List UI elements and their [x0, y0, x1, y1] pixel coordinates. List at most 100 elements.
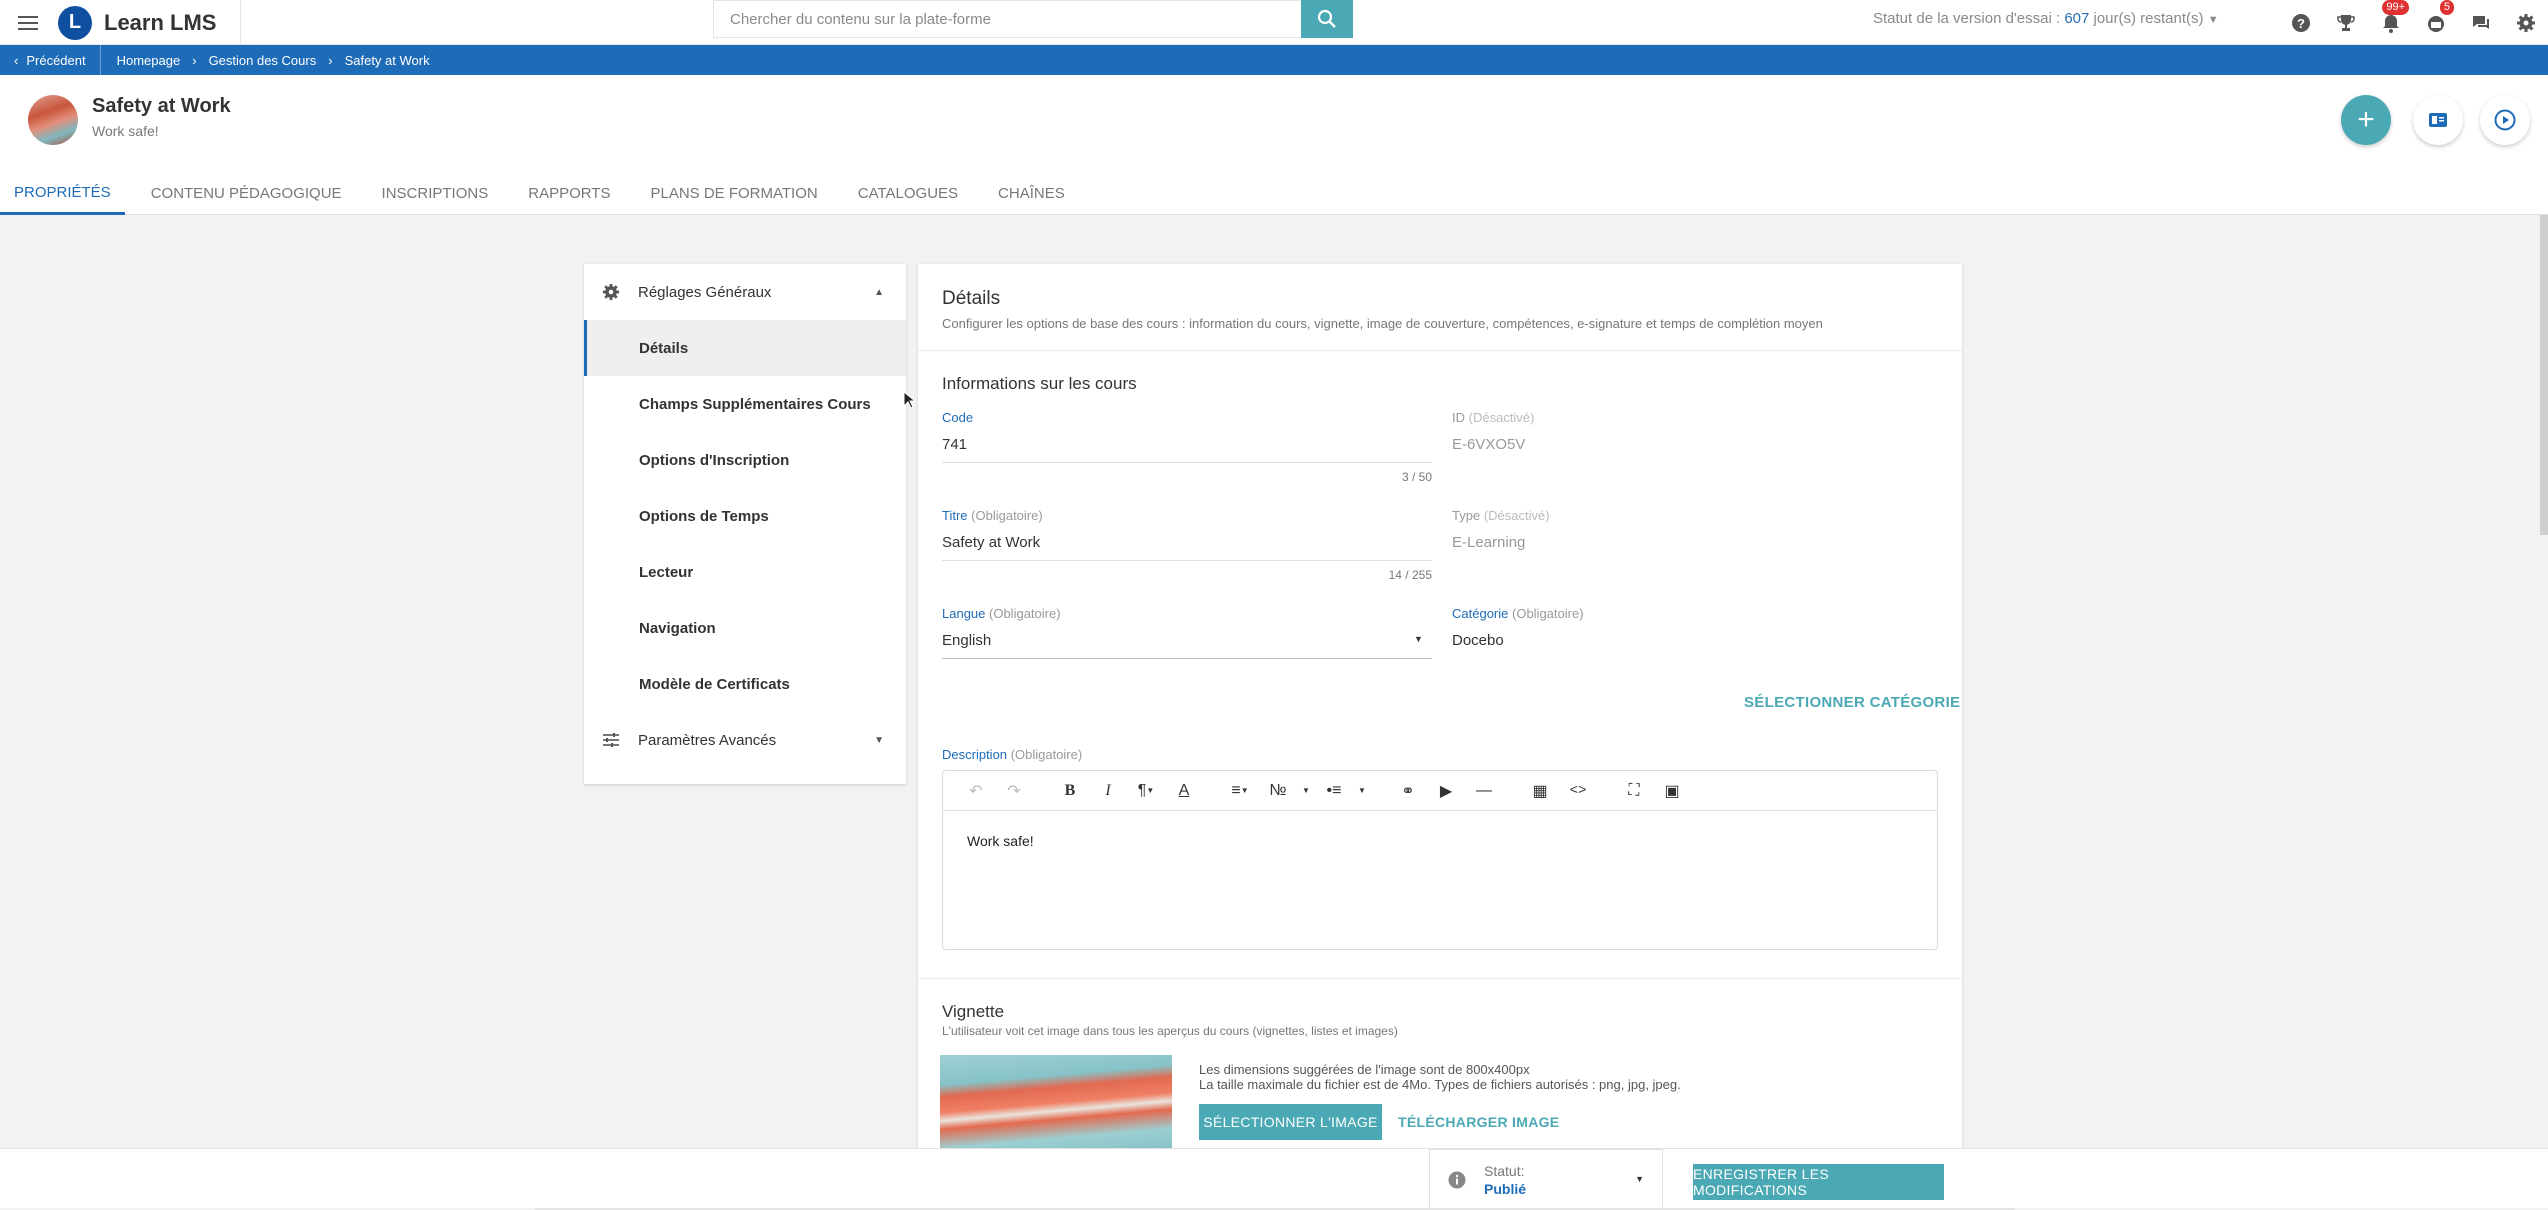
tab-content[interactable]: CONTENU PÉDAGOGIQUE [137, 172, 356, 215]
tab-channels[interactable]: CHAÎNES [984, 172, 1079, 215]
page-scrollbar[interactable] [2540, 215, 2548, 1208]
play-button[interactable] [2480, 95, 2530, 145]
unordered-list-dropdown-icon[interactable]: ▼ [1353, 771, 1371, 811]
language-select[interactable]: English [942, 632, 991, 649]
italic-icon[interactable]: I [1089, 771, 1127, 811]
horizontal-line-icon[interactable]: — [1465, 771, 1503, 811]
type-label-text: Type [1452, 508, 1481, 523]
sidebar-item-enrollment-options[interactable]: Options d'Inscription [584, 432, 906, 488]
thumbnail-image [940, 1055, 1172, 1155]
settings-menu: Réglages Généraux ▲ Détails Champs Suppl… [584, 264, 906, 784]
top-bar: L Learn LMS Statut de la version d'essai… [0, 0, 2548, 45]
advanced-settings-header[interactable]: Paramètres Avancés ▼ [584, 712, 906, 768]
chat-icon[interactable] [2458, 0, 2503, 45]
ordered-list-dropdown-icon[interactable]: ▼ [1297, 771, 1315, 811]
hamburger-menu-icon[interactable] [0, 0, 56, 45]
title-field[interactable]: Safety at Work [942, 534, 1040, 551]
course-tabs: PROPRIÉTÉS CONTENU PÉDAGOGIQUE INSCRIPTI… [0, 172, 1091, 215]
tab-enrollments[interactable]: INSCRIPTIONS [368, 172, 503, 215]
gear-icon[interactable] [2503, 0, 2548, 45]
scrollbar-thumb[interactable] [2540, 215, 2548, 535]
course-header: Safety at Work Work safe! + PROPRIÉTÉS C… [0, 75, 2548, 215]
unordered-list-icon[interactable]: •≡ [1315, 771, 1353, 811]
caret-down-icon: ▼ [1635, 1174, 1644, 1184]
back-button[interactable]: ‹ Précédent [0, 45, 101, 75]
breadcrumb-item-course-management[interactable]: Gestion des Cours [209, 53, 317, 68]
vignette-title: Vignette [942, 1002, 1005, 1021]
trophy-icon[interactable] [2323, 0, 2368, 45]
title-counter: 14 / 255 [1388, 568, 1432, 582]
undo-icon[interactable]: ↶ [957, 771, 995, 811]
course-card-button[interactable] [2413, 95, 2463, 145]
status-value: Publié [1484, 1180, 1527, 1197]
description-editor: ↶ ↷ B I ¶ ▼ A ≡ ▼ № ▼ •≡ ▼ ⚭ ▶ — ▦ <> ⛶ ▣ … [942, 770, 1938, 950]
category-value: Docebo [1452, 632, 1504, 649]
app-logo[interactable]: L Learn LMS [58, 0, 242, 45]
sidebar-item-details[interactable]: Détails [584, 320, 906, 376]
sidebar-item-navigation[interactable]: Navigation [584, 600, 906, 656]
search-icon [1317, 9, 1336, 28]
tab-properties[interactable]: PROPRIÉTÉS [0, 172, 125, 215]
text-color-icon[interactable]: A [1165, 771, 1203, 811]
tab-catalogs[interactable]: CATALOGUES [844, 172, 972, 215]
general-settings-label: Réglages Généraux [638, 283, 772, 301]
course-avatar [28, 95, 78, 145]
ordered-list-icon[interactable]: № [1259, 771, 1297, 811]
vignette-size-note: Les dimensions suggérées de l'image sont… [1199, 1062, 1530, 1077]
sidebar-item-certificate-template[interactable]: Modèle de Certificats [584, 656, 906, 712]
paragraph-format-icon[interactable]: ¶ ▼ [1127, 771, 1165, 811]
link-icon[interactable]: ⚭ [1389, 771, 1427, 811]
learning-icon[interactable]: 5 [2413, 0, 2458, 45]
trial-days: 607 [2064, 10, 2090, 27]
chevron-right-icon: › [192, 52, 197, 68]
editor-toolbar: ↶ ↷ B I ¶ ▼ A ≡ ▼ № ▼ •≡ ▼ ⚭ ▶ — ▦ <> ⛶ ▣ [943, 771, 1937, 811]
save-changes-button[interactable]: ENREGISTRER LES MODIFICATIONS [1693, 1164, 1944, 1200]
breadcrumb-item-homepage[interactable]: Homepage [117, 53, 181, 68]
tab-learning-plans[interactable]: PLANS DE FORMATION [636, 172, 831, 215]
select-category-button[interactable]: SÉLECTIONNER CATÉGORIE [1744, 694, 1960, 711]
notifications-badge: 99+ [2382, 0, 2409, 15]
video-icon[interactable]: ▶ [1427, 771, 1465, 811]
breadcrumb-items: Homepage › Gestion des Cours › Safety at… [101, 53, 430, 68]
search-button[interactable] [1301, 0, 1353, 38]
table-icon[interactable]: ▦ [1521, 771, 1559, 811]
fullscreen-icon[interactable]: ⛶ [1615, 771, 1653, 811]
general-settings-header[interactable]: Réglages Généraux ▲ [584, 264, 906, 320]
title-label: Titre (Obligatoire) [942, 508, 1043, 523]
breadcrumb-item-current: Safety at Work [344, 52, 430, 68]
sidebar-item-additional-fields[interactable]: Champs Supplémentaires Cours [584, 376, 906, 432]
bold-icon[interactable]: B [1051, 771, 1089, 811]
vignette-description: L'utilisateur voit cet image dans tous l… [942, 1024, 1398, 1038]
code-field[interactable]: 741 [942, 436, 967, 453]
status-select[interactable]: Statut: Publié ▼ [1429, 1149, 1663, 1209]
code-label: Code [942, 410, 973, 425]
help-icon[interactable]: ? [2278, 0, 2323, 45]
sidebar-item-time-options[interactable]: Options de Temps [584, 488, 906, 544]
details-panel: Détails Configurer les options de base d… [918, 264, 1962, 1208]
chevron-left-icon: ‹ [14, 52, 19, 68]
trial-status[interactable]: Statut de la version d'essai : 607 jour(… [1873, 10, 2219, 27]
logo-icon: L [58, 5, 92, 40]
sliders-icon [603, 733, 619, 747]
bell-icon[interactable]: 99+ [2368, 0, 2413, 45]
sidebar-item-player[interactable]: Lecteur [584, 544, 906, 600]
trial-suffix: jour(s) restant(s) [2089, 10, 2204, 27]
redo-icon[interactable]: ↷ [995, 771, 1033, 811]
description-required-note: (Obligatoire) [1010, 747, 1083, 762]
select-image-button[interactable]: SÉLECTIONNER L'IMAGE [1199, 1104, 1382, 1140]
tab-reports[interactable]: RAPPORTS [514, 172, 624, 215]
plus-icon: + [2357, 103, 2375, 136]
info-icon [1448, 1171, 1466, 1188]
align-icon[interactable]: ≡ ▼ [1221, 771, 1259, 811]
language-label-text: Langue [942, 606, 986, 621]
footer-bar: Statut: Publié ▼ ENREGISTRER LES MODIFIC… [0, 1148, 2548, 1209]
upload-image-button[interactable]: TÉLÉCHARGER IMAGE [1398, 1114, 1559, 1130]
course-title: Safety at Work [92, 95, 231, 117]
insert-image-icon[interactable]: ▣ [1653, 771, 1691, 811]
code-view-icon[interactable]: <> [1559, 771, 1597, 811]
chevron-right-icon: › [328, 52, 333, 68]
description-text[interactable]: Work safe! [943, 811, 1937, 871]
search-input[interactable] [713, 0, 1301, 38]
caret-down-icon[interactable]: ▼ [1414, 634, 1423, 644]
add-button[interactable]: + [2341, 95, 2391, 145]
